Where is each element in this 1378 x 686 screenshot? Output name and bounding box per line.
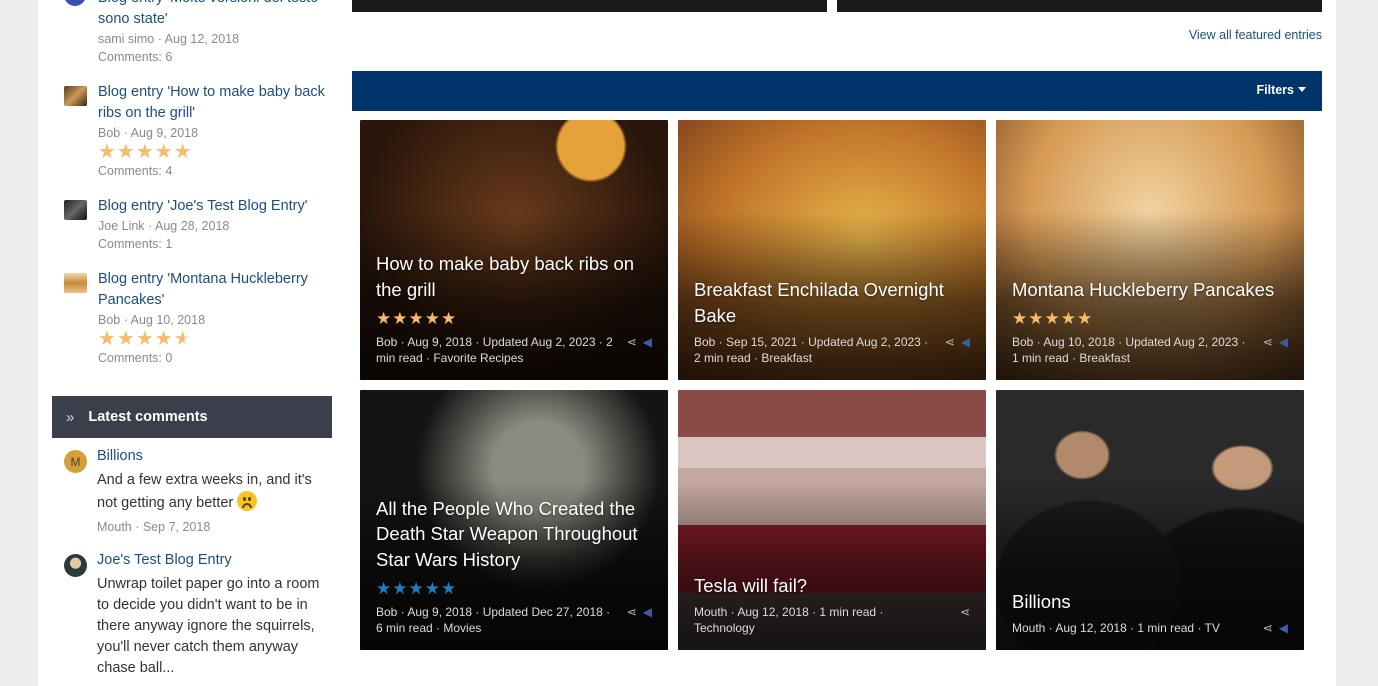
activity-meta: Bob · Aug 9, 2018	[98, 126, 199, 140]
rating-stars: ★★★★★	[376, 309, 458, 328]
share-icon[interactable]: ⋖	[1263, 621, 1273, 635]
megaphone-icon[interactable]: ◀	[1279, 335, 1288, 349]
double-chevron-icon: »	[66, 408, 75, 426]
comment-meta: Mouth · Sep 7, 2018	[97, 520, 211, 534]
entry-thumbnail	[64, 200, 87, 220]
activity-item: Blog entry 'Joe's Test Blog Entry' Joe L…	[64, 196, 332, 253]
megaphone-icon[interactable]: ◀	[1279, 621, 1288, 635]
user-avatar	[64, 0, 86, 6]
filters-button[interactable]: Filters	[1256, 83, 1306, 97]
activity-comments: Comments: 4	[98, 164, 173, 178]
card-title: Breakfast Enchilada Overnight Bake	[694, 279, 944, 326]
activity-meta: sami simo · Aug 12, 2018	[98, 32, 240, 46]
blog-card[interactable]: Montana Huckleberry Pancakes ★★★★★ Bob ·…	[996, 120, 1304, 380]
card-title: How to make baby back ribs on the grill	[376, 253, 635, 300]
sidebar: Blog entry 'Molte versioni del testo son…	[52, 0, 332, 686]
card-meta-text: Bob · Aug 9, 2018 · Updated Aug 2, 2023 …	[376, 335, 613, 365]
comment-text: And a few extra weeks in, and it's not g…	[97, 470, 332, 514]
card-meta: Bob · Sep 15, 2021 · Updated Aug 2, 2023…	[694, 334, 970, 366]
activity-title-link[interactable]: Blog entry 'Molte versioni del testo son…	[98, 0, 332, 30]
rating-stars: ★★★★★	[98, 141, 193, 163]
blog-card[interactable]: Breakfast Enchilada Overnight Bake Bob ·…	[678, 120, 986, 380]
activity-item: Blog entry 'Montana Huckleberry Pancakes…	[64, 269, 332, 367]
comment-body: And a few extra weeks in, and it's not g…	[97, 472, 312, 511]
entry-thumbnail	[64, 86, 87, 106]
recent-activity-list: Blog entry 'Molte versioni del testo son…	[64, 0, 332, 383]
card-meta-text: Bob · Aug 10, 2018 · Updated Aug 2, 2023…	[1012, 335, 1246, 365]
activity-title-link[interactable]: Blog entry 'How to make baby back ribs o…	[98, 82, 332, 124]
comment-title-link[interactable]: Billions	[97, 446, 332, 466]
blog-card[interactable]: All the People Who Created the Death Sta…	[360, 390, 668, 650]
rating-stars: ★★★★★	[376, 579, 458, 598]
page: Blog entry 'Molte versioni del testo son…	[38, 0, 1336, 686]
comment-title-link[interactable]: Joe's Test Blog Entry	[97, 550, 332, 570]
card-meta-text: Mouth · Aug 12, 2018 · 1 min read · TV	[1012, 621, 1220, 635]
activity-item: Blog entry 'Molte versioni del testo son…	[64, 0, 332, 66]
comment-item: M Billions And a few extra weeks in, and…	[64, 446, 332, 536]
blog-card[interactable]: How to make baby back ribs on the grill …	[360, 120, 668, 380]
megaphone-icon[interactable]: ◀	[643, 335, 652, 349]
featured-image-strip[interactable]	[837, 0, 1322, 12]
filters-label: Filters	[1256, 83, 1294, 97]
blog-card[interactable]: Billions Mouth · Aug 12, 2018 · 1 min re…	[996, 390, 1304, 650]
card-title: Montana Huckleberry Pancakes	[1012, 278, 1275, 300]
activity-item: Blog entry 'How to make baby back ribs o…	[64, 82, 332, 180]
card-title: Billions	[1012, 590, 1071, 612]
activity-meta: Joe Link · Aug 28, 2018	[98, 219, 230, 233]
view-all-featured-link[interactable]: View all featured entries	[1189, 28, 1322, 42]
share-icon[interactable]: ⋖	[627, 605, 637, 619]
rating-stars: ★★★★★	[1012, 309, 1094, 328]
activity-title-link[interactable]: Blog entry 'Montana Huckleberry Pancakes…	[98, 269, 332, 311]
card-meta: Bob · Aug 10, 2018 · Updated Aug 2, 2023…	[1012, 334, 1288, 366]
sad-face-icon	[237, 491, 258, 511]
card-meta-text: Bob · Aug 9, 2018 · Updated Dec 27, 2018…	[376, 605, 611, 635]
rating-stars: ★★★★★	[98, 329, 332, 349]
activity-comments: Comments: 0	[98, 351, 173, 365]
entry-thumbnail	[64, 273, 87, 293]
card-meta: Bob · Aug 9, 2018 · Updated Dec 27, 2018…	[376, 604, 652, 636]
activity-comments: Comments: 1	[98, 237, 173, 251]
block-title: Latest comments	[88, 409, 208, 425]
card-meta-text: Mouth · Aug 12, 2018 · 1 min read · Tech…	[694, 605, 884, 635]
blog-card[interactable]: Tesla will fail? Mouth · Aug 12, 2018 · …	[678, 390, 986, 650]
latest-comments-header: » Latest comments	[52, 396, 332, 438]
activity-title-link[interactable]: Blog entry 'Joe's Test Blog Entry'	[98, 196, 332, 217]
share-icon[interactable]: ⋖	[945, 335, 955, 349]
activity-comments: Comments: 6	[98, 50, 173, 64]
share-icon[interactable]: ⋖	[960, 605, 970, 619]
main-content: View all featured entries Filters How to…	[352, 0, 1322, 686]
card-meta: Mouth · Aug 12, 2018 · 1 min read · TV ⋖ ◀	[1012, 620, 1288, 636]
full-stars: ★★★★	[98, 328, 174, 350]
activity-meta: Bob · Aug 10, 2018	[98, 313, 206, 327]
featured-image-strip[interactable]	[352, 0, 827, 12]
megaphone-icon[interactable]: ◀	[643, 605, 652, 619]
comment-body: Unwrap toilet paper go into a room to de…	[97, 576, 320, 676]
share-icon[interactable]: ⋖	[1263, 335, 1273, 349]
half-star: ★	[173, 328, 193, 350]
card-title: Tesla will fail?	[694, 574, 808, 596]
share-icon[interactable]: ⋖	[627, 335, 637, 349]
card-title: All the People Who Created the Death Sta…	[376, 497, 638, 570]
avatar	[64, 554, 87, 577]
megaphone-icon[interactable]: ◀	[961, 335, 970, 349]
card-meta: Mouth · Aug 12, 2018 · 1 min read · Tech…	[694, 604, 970, 636]
avatar: M	[64, 450, 87, 473]
comments-list: M Billions And a few extra weeks in, and…	[64, 446, 332, 686]
comment-item: Joe's Test Blog Entry Unwrap toilet pape…	[64, 550, 332, 679]
filters-bar: Filters	[352, 71, 1322, 111]
card-meta-text: Bob · Sep 15, 2021 · Updated Aug 2, 2023…	[694, 335, 929, 365]
caret-down-icon	[1298, 87, 1306, 92]
card-meta: Bob · Aug 9, 2018 · Updated Aug 2, 2023 …	[376, 334, 652, 366]
